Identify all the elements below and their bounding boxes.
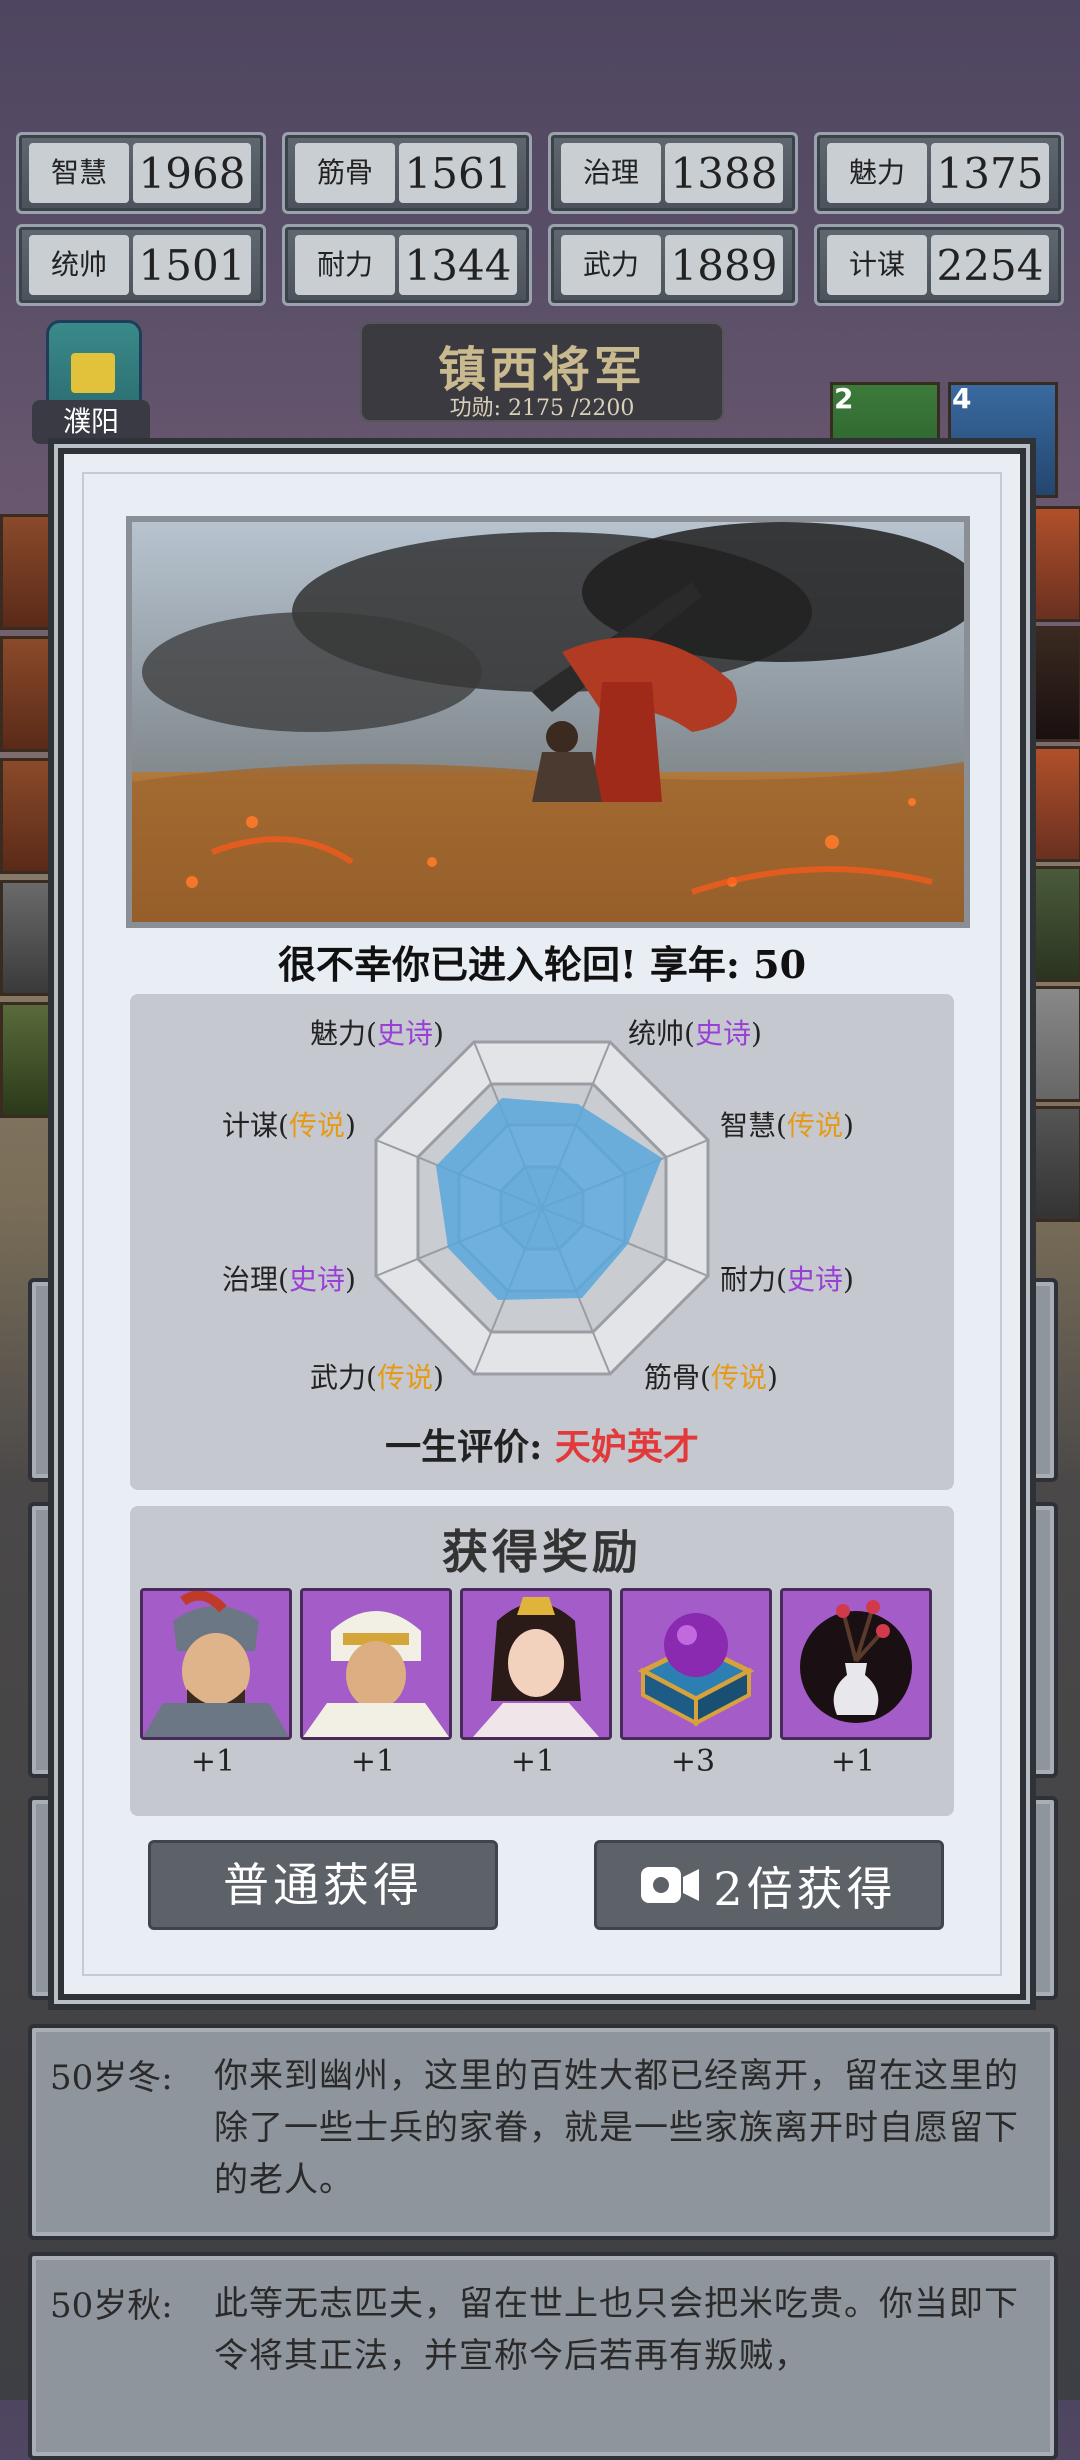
reincarnation-dialog: 很不幸你已进入轮回! 享年: 50 魅力(史诗) 统帅(史诗) 智慧(传说) 耐…: [58, 448, 1026, 2000]
radar-label-force: 武力(传说): [310, 1361, 444, 1394]
stat-endurance: 耐力 1344: [282, 224, 532, 306]
attr-grade: 史诗: [376, 1017, 433, 1050]
stat-label: 魅力: [848, 156, 905, 189]
reward-count: +1: [510, 1744, 556, 1779]
death-scene-illustration: [126, 516, 970, 928]
rank-title-plate: 镇西将军 功勋: 2175 /2200: [360, 322, 724, 422]
radar-label-command: 统帅(史诗): [628, 1017, 762, 1050]
stat-value: 1968: [133, 143, 251, 203]
attr-grade: 史诗: [786, 1263, 843, 1296]
attr-name: 智慧: [720, 1109, 777, 1142]
claim-double-label: 2倍获得: [713, 1862, 897, 1916]
death-message: 很不幸你已进入轮回! 享年: 50: [277, 942, 807, 987]
attr-name: 计谋: [222, 1109, 279, 1142]
stat-label: 计谋: [848, 248, 905, 281]
badge-count: 2: [834, 382, 854, 415]
radar-label-strategy: 计谋(传说): [222, 1109, 356, 1142]
merit-progress: 功勋: 2175 /2200: [449, 396, 635, 421]
stat-physique: 筋骨 1561: [282, 132, 532, 214]
stat-label: 耐力: [316, 248, 373, 281]
reward-orb-chest-icon[interactable]: [620, 1588, 772, 1740]
reward-count: +1: [350, 1744, 396, 1779]
claim-normal-label: 普通获得: [223, 1858, 423, 1912]
rewards-panel: 获得奖励 +1 +1 +1 +3 +1: [130, 1506, 954, 1816]
stat-label: 武力: [582, 248, 639, 281]
stat-force: 武力 1889: [548, 224, 798, 306]
radar-label-wisdom: 智慧(传说): [720, 1109, 854, 1142]
video-camera-icon: [641, 1847, 700, 1931]
reward-count: +3: [670, 1744, 716, 1779]
attr-grade: 传说: [786, 1109, 843, 1142]
log-entry: 50岁秋: 此等无志匹夫，留在世上也只会把米吃贵。你当即下令将其正法，并宣称今后…: [28, 2252, 1058, 2460]
log-age: 50岁冬:: [50, 2058, 173, 2098]
radar-label-governance: 治理(史诗): [222, 1263, 356, 1296]
attr-grade: 传说: [288, 1109, 345, 1142]
stat-value: 1561: [399, 143, 517, 203]
log-entry: 50岁冬: 你来到幽州，这里的百姓大都已经离开，留在这里的除了一些士兵的家眷，就…: [28, 2024, 1058, 2240]
attr-grade: 史诗: [288, 1263, 345, 1296]
reward-general-portrait-icon[interactable]: [140, 1588, 292, 1740]
stat-governance: 治理 1388: [548, 132, 798, 214]
stat-value: 1344: [399, 235, 517, 295]
badge-count: 4: [952, 382, 972, 415]
claim-double-button[interactable]: 2倍获得: [594, 1840, 944, 1930]
stat-command: 统帅 1501: [16, 224, 266, 306]
reward-count: +1: [190, 1744, 236, 1779]
stat-charm: 魅力 1375: [814, 132, 1064, 214]
attr-name: 耐力: [720, 1263, 777, 1296]
city-name: 濮阳: [32, 400, 150, 444]
attr-name: 魅力: [310, 1017, 367, 1050]
log-text: 你来到幽州，这里的百姓大都已经离开，留在这里的除了一些士兵的家眷，就是一些家族离…: [214, 2056, 1019, 2200]
rewards-title: 获得奖励: [442, 1525, 642, 1579]
stat-wisdom: 智慧 1968: [16, 132, 266, 214]
attr-grade: 传说: [710, 1361, 767, 1394]
stat-value: 2254: [931, 235, 1049, 295]
stat-label: 筋骨: [316, 156, 373, 189]
log-age: 50岁秋:: [50, 2286, 173, 2326]
stat-value: 1501: [133, 235, 251, 295]
stat-label: 治理: [582, 156, 639, 189]
city-gate-icon: [46, 320, 142, 412]
reward-general-portrait-icon[interactable]: [300, 1588, 452, 1740]
life-attribute-radar: 魅力(史诗) 统帅(史诗) 智慧(传说) 耐力(史诗) 筋骨(传说) 武力(传说…: [130, 994, 954, 1490]
life-evaluation: 一生评价: 天妒英才: [130, 1418, 954, 1470]
reward-count: +1: [830, 1744, 876, 1779]
reward-vase-icon[interactable]: [780, 1588, 932, 1740]
evaluation-value: 天妒英才: [554, 1426, 699, 1468]
stat-value: 1889: [665, 235, 783, 295]
stat-label: 统帅: [50, 248, 107, 281]
radar-label-physique: 筋骨(传说): [644, 1361, 778, 1394]
log-text: 此等无志匹夫，留在世上也只会把米吃贵。你当即下令将其正法，并宣称今后若再有叛贼，: [214, 2284, 1019, 2376]
attr-name: 治理: [222, 1263, 279, 1296]
radar-label-charm: 魅力(史诗): [310, 1017, 444, 1050]
attr-name: 武力: [310, 1361, 367, 1394]
attr-name: 统帅: [628, 1017, 685, 1050]
radar-chart: [374, 1040, 710, 1376]
stat-strategy: 计谋 2254: [814, 224, 1064, 306]
stat-value: 1388: [665, 143, 783, 203]
reward-general-portrait-icon[interactable]: [460, 1588, 612, 1740]
evaluation-label: 一生评价:: [385, 1426, 543, 1468]
stat-label: 智慧: [50, 156, 107, 189]
attr-grade: 史诗: [694, 1017, 751, 1050]
attr-name: 筋骨: [644, 1361, 701, 1394]
stat-value: 1375: [931, 143, 1049, 203]
attr-grade: 传说: [376, 1361, 433, 1394]
radar-label-endurance: 耐力(史诗): [720, 1263, 854, 1296]
claim-normal-button[interactable]: 普通获得: [148, 1840, 498, 1930]
battlefield-image: [132, 522, 964, 922]
